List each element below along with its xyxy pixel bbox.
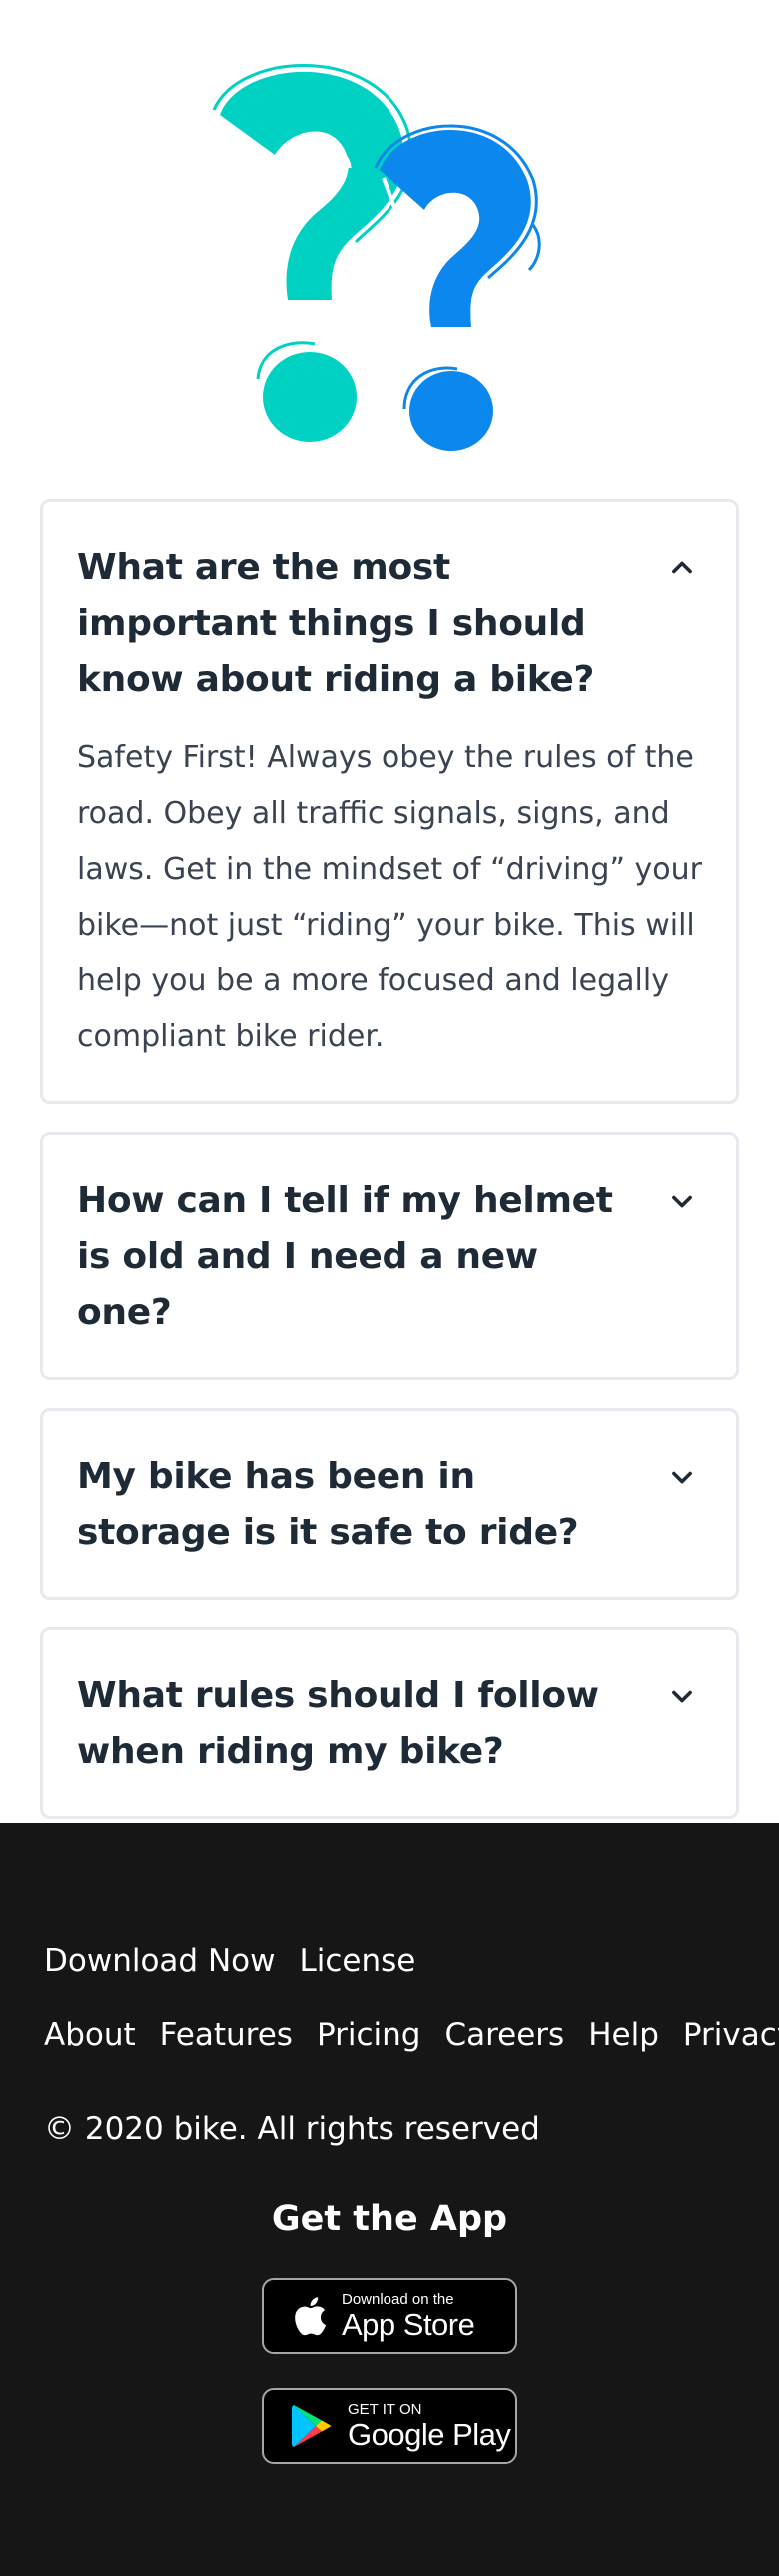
faq-question: My bike has been in storage is it safe t… [77,1456,579,1553]
faq-item-2: How can I tell if my helmet is old and I… [40,1132,739,1380]
chevron-down-icon [672,1471,692,1484]
google-play-big-text: Google Play [348,2417,511,2452]
license-link[interactable]: License [299,1943,415,1979]
faq-list: What are the most important things I sho… [40,499,739,1847]
chevron-down-icon [672,1690,692,1703]
faq-answer: Safety First! Always obey the rules of t… [77,740,703,1054]
footer-links-secondary: About Features Pricing Careers Help Priv… [44,2017,779,2053]
question-marks-icon [212,64,541,451]
privacy-link[interactable]: Privacy [683,2017,779,2053]
faq-question: What rules should I follow when riding m… [77,1675,599,1772]
faq-toggle-4[interactable]: What rules should I follow when riding m… [43,1630,736,1816]
faq-item-4: What rules should I follow when riding m… [40,1627,739,1819]
faq-toggle-3[interactable]: My bike has been in storage is it safe t… [43,1411,736,1597]
footer-links-primary: Download Now License [44,1943,415,1979]
apple-icon [295,2297,327,2336]
get-app-title: Get the App [271,2199,508,2239]
download-now-link[interactable]: Download Now [44,1943,275,1979]
faq-toggle-1[interactable]: What are the most important things I sho… [43,502,736,708]
app-store-big-text: App Store [342,2307,475,2342]
help-link[interactable]: Help [588,2017,659,2053]
google-play-button[interactable]: GET IT ON Google Play [262,2388,517,2464]
faq-question: What are the most important things I sho… [77,547,595,700]
faq-toggle-2[interactable]: How can I tell if my helmet is old and I… [43,1135,736,1377]
google-play-icon [292,2405,332,2447]
chevron-up-icon [672,561,692,574]
hero-illustration [0,0,779,479]
chevron-down-icon [672,1195,692,1208]
blue-question-mark [374,124,541,451]
site-footer: Download Now License About Features Pric… [0,1823,779,2576]
features-link[interactable]: Features [160,2017,293,2053]
teal-question-mark [212,64,413,442]
app-store-button[interactable]: Download on the App Store [262,2278,517,2354]
pricing-link[interactable]: Pricing [317,2017,421,2053]
careers-link[interactable]: Careers [444,2017,564,2053]
about-link[interactable]: About [44,2017,136,2053]
faq-item-1: What are the most important things I sho… [40,499,739,1104]
google-play-small-text: GET IT ON [348,2401,422,2418]
faq-question: How can I tell if my helmet is old and I… [77,1180,613,1333]
copyright-text: © 2020 bike. All rights reserved [44,2111,540,2147]
faq-item-3: My bike has been in storage is it safe t… [40,1408,739,1600]
app-store-small-text: Download on the [342,2291,454,2308]
